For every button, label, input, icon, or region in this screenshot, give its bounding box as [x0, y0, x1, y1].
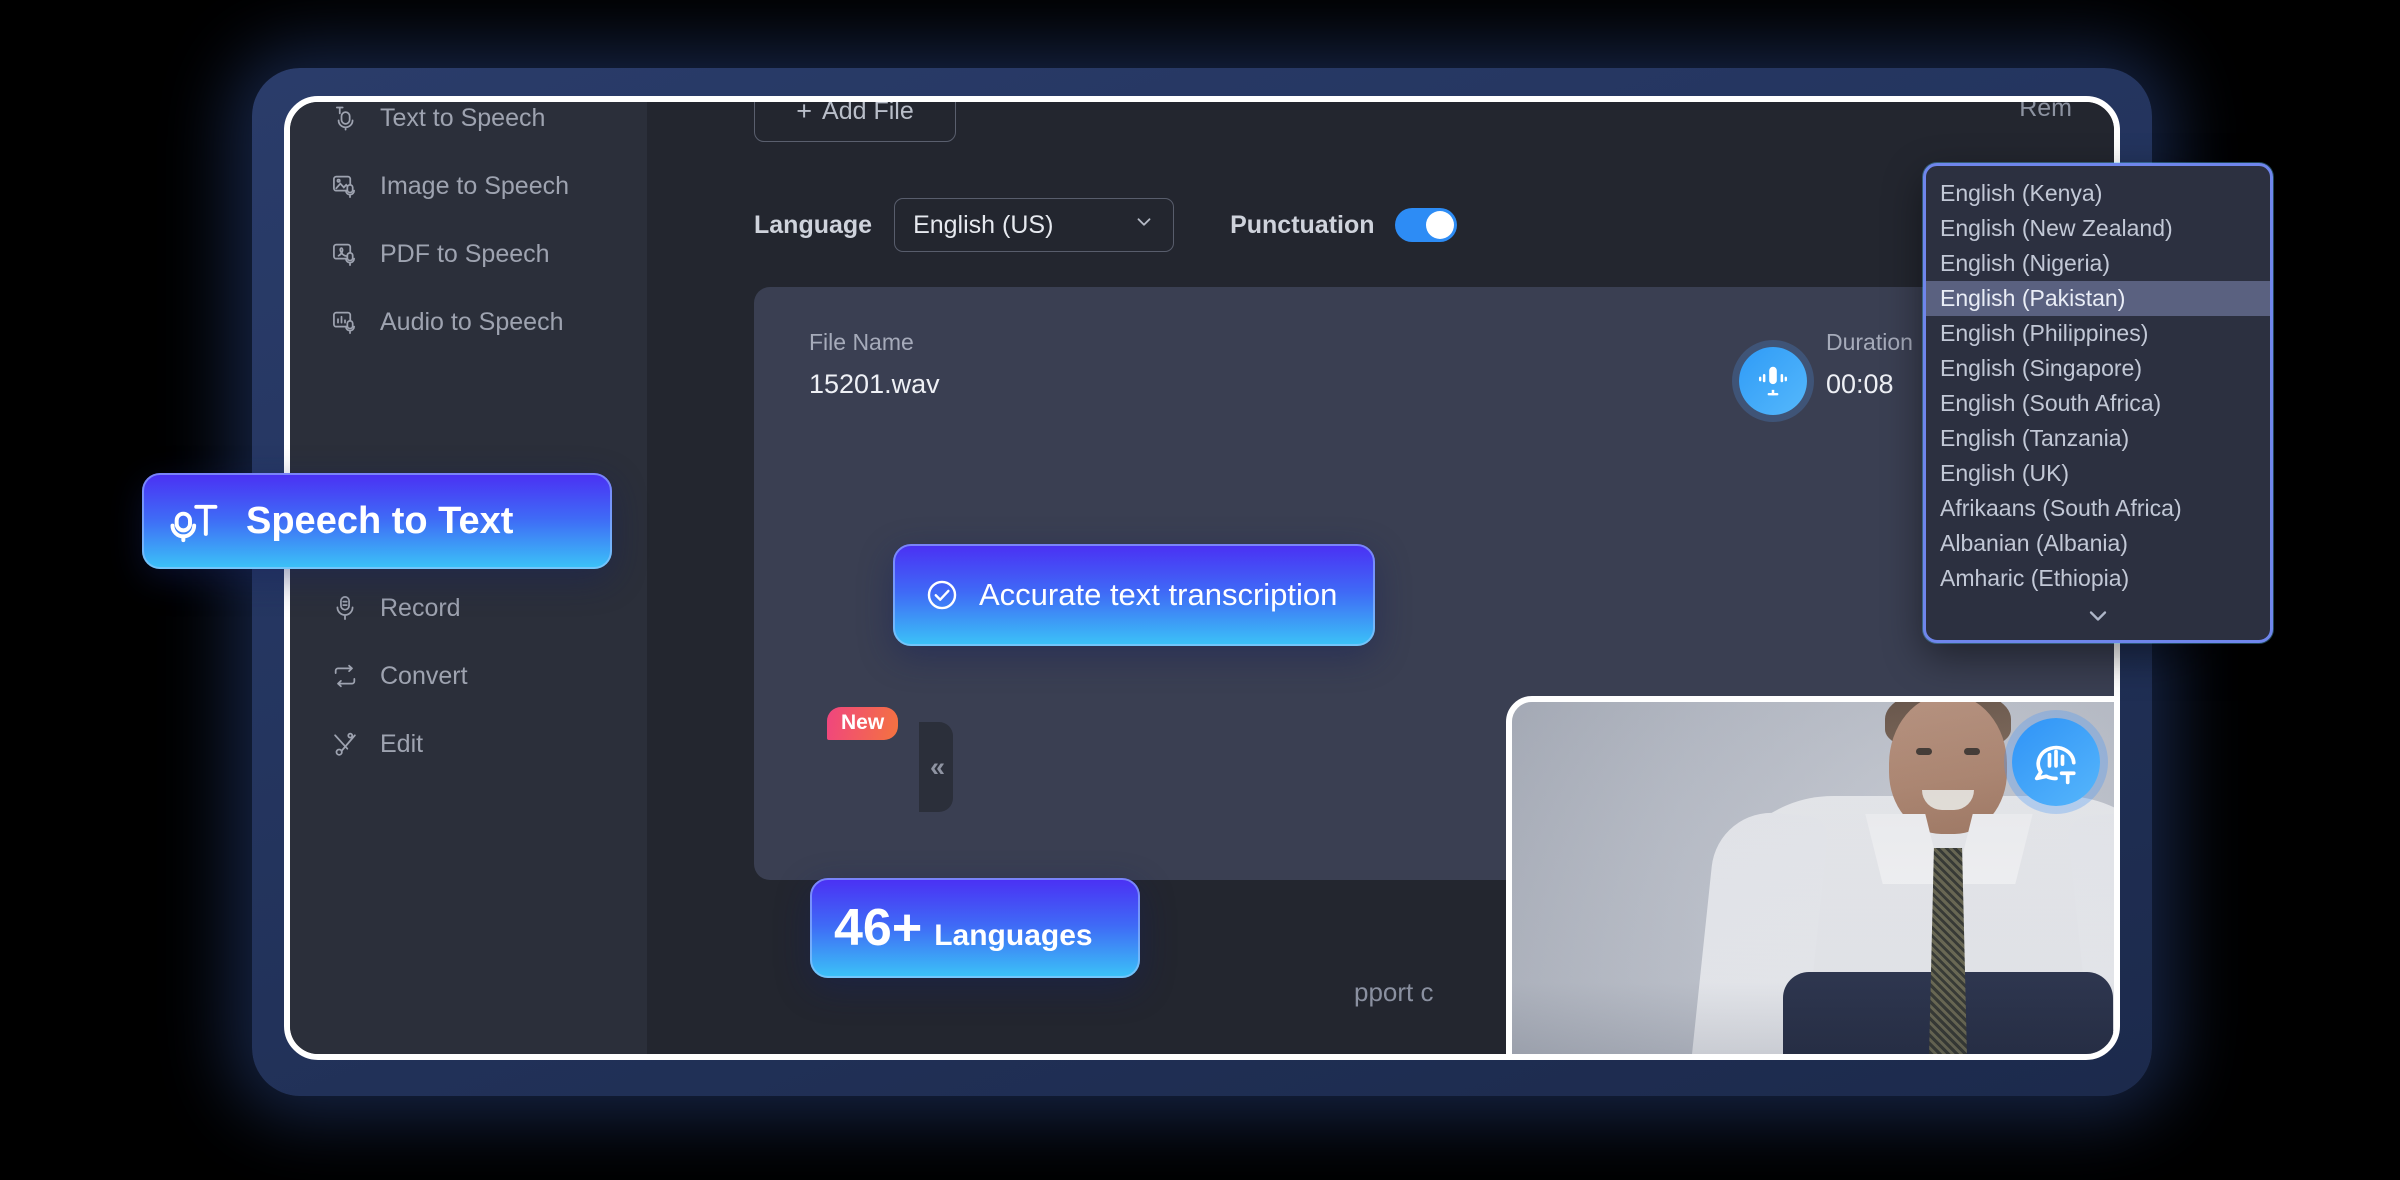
- language-option[interactable]: English (New Zealand): [1926, 211, 2270, 246]
- sidebar-item-label: PDF to Speech: [380, 239, 550, 268]
- chevron-down-icon: [1133, 211, 1155, 239]
- new-badge: New: [827, 707, 899, 740]
- language-option[interactable]: English (Tanzania): [1926, 421, 2270, 456]
- language-label: Language: [754, 210, 873, 239]
- language-select-value: English (US): [913, 210, 1054, 239]
- language-option[interactable]: English (Singapore): [1926, 351, 2270, 386]
- remove-button[interactable]: Rem: [2019, 102, 2072, 123]
- punctuation-toggle[interactable]: [1394, 208, 1457, 242]
- audio-to-speech-icon: [330, 307, 360, 337]
- sidebar-item-record[interactable]: Record: [330, 586, 461, 630]
- language-option[interactable]: Amharic (Ethiopia): [1926, 561, 2270, 596]
- sidebar-item-label: Convert: [380, 661, 468, 690]
- sidebar-item-edit[interactable]: Edit: [330, 722, 423, 766]
- toggle-knob: [1425, 211, 1454, 239]
- edit-icon: [330, 729, 360, 759]
- sidebar-item-audio-to-speech[interactable]: Audio to Speech: [330, 300, 563, 344]
- image-to-speech-icon: [330, 171, 360, 201]
- controls-row: Language English (US) Punctuation: [754, 198, 1457, 252]
- punctuation-label: Punctuation: [1230, 210, 1375, 239]
- add-file-button[interactable]: + Add File: [754, 96, 956, 142]
- duration-value: 00:08: [1826, 369, 1894, 399]
- sidebar-item-pdf-to-speech[interactable]: PDF to Speech: [330, 232, 550, 276]
- sidebar-item-label: Text to Speech: [380, 103, 546, 132]
- sidebar-item-image-to-speech[interactable]: Image to Speech: [330, 164, 569, 208]
- mic-text-icon: [170, 496, 220, 546]
- support-text: pport c: [1354, 977, 1434, 1007]
- sidebar-collapse-button[interactable]: «: [919, 722, 953, 812]
- record-icon: [330, 593, 360, 623]
- mic-wave-icon: [1739, 347, 1807, 415]
- file-name-value: 15201.wav: [809, 369, 940, 399]
- languages-count: 46+: [834, 899, 923, 957]
- text-to-speech-icon: [330, 103, 360, 133]
- language-option-selected[interactable]: English (Pakistan): [1926, 281, 2270, 316]
- plus-icon: +: [796, 96, 813, 126]
- language-option[interactable]: English (Nigeria): [1926, 246, 2270, 281]
- language-option[interactable]: English (UK): [1926, 456, 2270, 491]
- speech-to-text-label: Speech to Text: [246, 499, 514, 542]
- sidebar-item-label: Audio to Speech: [380, 307, 564, 336]
- language-select[interactable]: English (US): [894, 198, 1175, 252]
- accurate-transcription-label: Accurate text transcription: [979, 577, 1338, 612]
- language-option[interactable]: Afrikaans (South Africa): [1926, 491, 2270, 526]
- sidebar-item-label: Edit: [380, 729, 424, 758]
- sidebar-item-label: Record: [380, 593, 461, 622]
- speech-bubble-text-icon: [2012, 718, 2100, 806]
- sidebar-item-convert[interactable]: Convert: [330, 654, 468, 698]
- language-option[interactable]: English (South Africa): [1926, 386, 2270, 421]
- add-file-label: Add File: [822, 96, 914, 125]
- languages-count-badge: 46+ Languages: [810, 878, 1140, 978]
- screenshot-root: Text to Speech Image to Speech PDF to Sp…: [0, 0, 2400, 1180]
- sidebar: Text to Speech Image to Speech PDF to Sp…: [290, 102, 647, 1054]
- duration-label: Duration: [1826, 329, 1913, 355]
- file-name-label: File Name: [809, 329, 914, 355]
- convert-icon: [330, 661, 360, 691]
- sidebar-item-text-to-speech[interactable]: Text to Speech: [330, 102, 546, 140]
- speech-to-text-badge: Speech to Text: [142, 473, 612, 569]
- language-option[interactable]: English (Philippines): [1926, 316, 2270, 351]
- sidebar-item-label: Image to Speech: [380, 171, 570, 200]
- language-dropdown[interactable]: English (Kenya) English (New Zealand) En…: [1923, 163, 2273, 643]
- scroll-down-chevron-icon[interactable]: [1926, 602, 2270, 637]
- language-option[interactable]: Albanian (Albania): [1926, 526, 2270, 561]
- languages-label: Languages: [934, 919, 1093, 952]
- pdf-to-speech-icon: [330, 239, 360, 269]
- language-option[interactable]: English (Kenya): [1926, 176, 2270, 211]
- accurate-transcription-badge: Accurate text transcription: [893, 544, 1375, 646]
- check-circle-icon: [925, 578, 959, 612]
